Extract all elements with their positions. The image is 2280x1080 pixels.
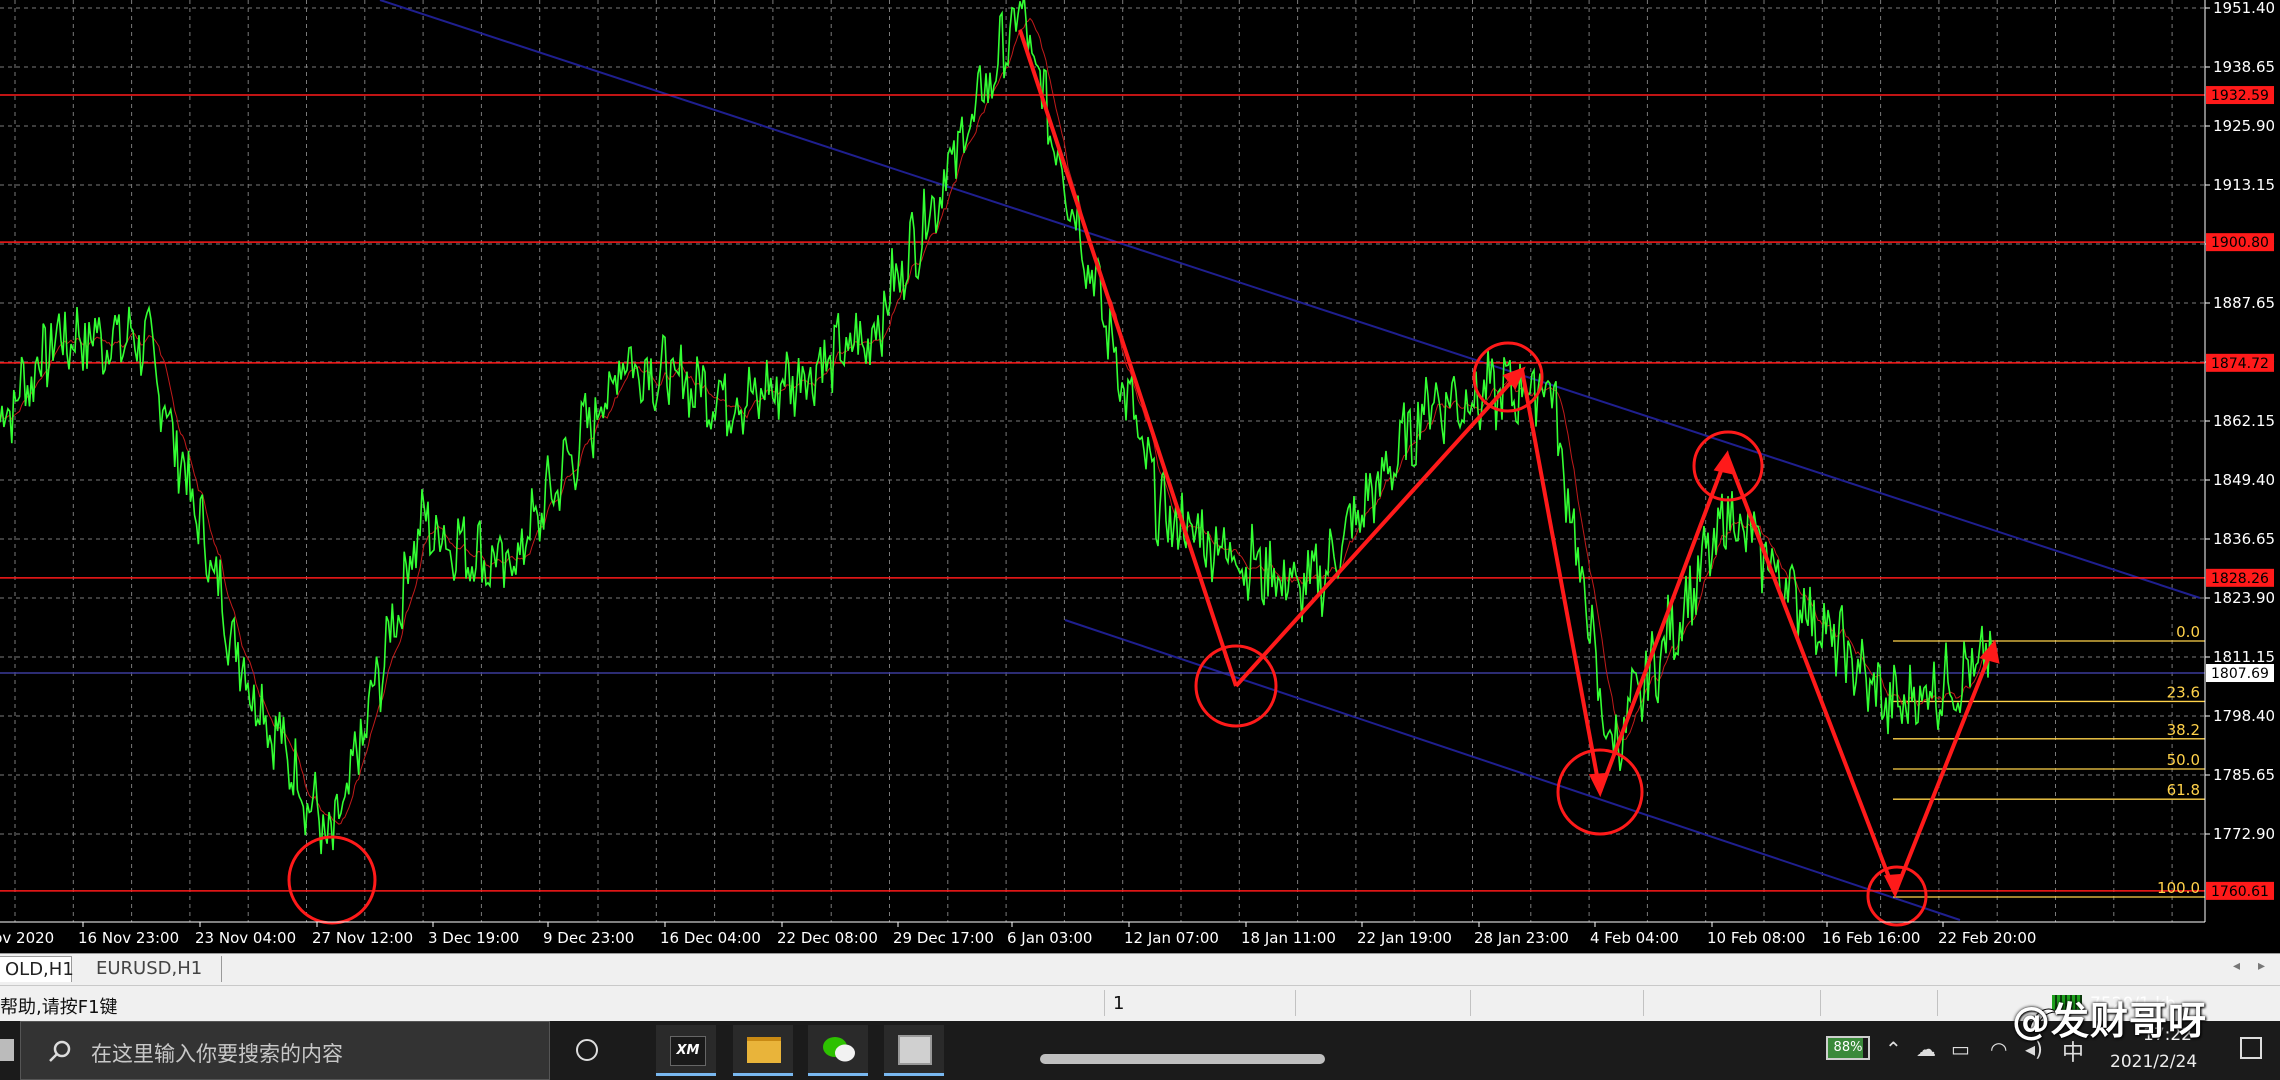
- time-tick-label: 23 Nov 04:00: [195, 929, 296, 947]
- time-tick-label: 22 Dec 08:00: [777, 929, 878, 947]
- status-divider: [1470, 990, 1471, 1016]
- time-tick-label: 22 Jan 19:00: [1357, 929, 1452, 947]
- start-button[interactable]: [0, 1039, 14, 1061]
- scroll-left-icon[interactable]: ◂: [2233, 958, 2240, 974]
- wechat-icon: [823, 1037, 855, 1062]
- wifi-icon[interactable]: ◠: [1990, 1037, 2007, 1061]
- channel-upper-line: [379, 0, 2201, 599]
- battery-icon: 88%: [1826, 1036, 1870, 1060]
- clock-date[interactable]: 2021/2/24: [2110, 1052, 2197, 1072]
- price-tick-label: 1925.90: [2213, 117, 2275, 135]
- status-divider: [1643, 990, 1644, 1016]
- fib-level-label: 0.0: [2176, 623, 2200, 641]
- taskbar-app-chart[interactable]: [884, 1025, 944, 1076]
- price-tick-label: 1951.40: [2213, 0, 2275, 17]
- folder-icon: [747, 1037, 781, 1063]
- fib-level-label: 61.8: [2167, 781, 2200, 799]
- status-help-text: 帮助,请按F1键: [0, 997, 118, 1018]
- time-axis: Nov 2020 16 Nov 23:00 23 Nov 04:00 27 Nov 1…: [0, 921, 2205, 947]
- price-tick-label: 1849.40: [2213, 471, 2275, 489]
- status-bar: 帮助,请按F1键 1 7520/1 kb: [0, 985, 2280, 1022]
- wave-arrows: [1018, 29, 2000, 899]
- price-level-label: 1828.26: [2211, 571, 2269, 587]
- time-tick-label: Nov 2020: [0, 929, 54, 947]
- fib-level-label: 23.6: [2167, 683, 2200, 701]
- price-tick-label: 1772.90: [2213, 825, 2275, 843]
- time-tick-label: 9 Dec 23:00: [543, 929, 634, 947]
- search-placeholder: 在这里输入你要搜索的内容: [91, 1042, 343, 1066]
- notification-icon[interactable]: [2240, 1037, 2262, 1059]
- price-tick-label: 1811.15: [2213, 648, 2275, 666]
- price-level-label: 1874.72: [2211, 356, 2269, 372]
- price-line: [0, 0, 1993, 855]
- time-tick-label: 16 Dec 04:00: [660, 929, 761, 947]
- price-axis: 1951.401938.651925.901913.151900.401887.…: [2204, 0, 2280, 922]
- tab-gold-h1[interactable]: OLD,H1: [0, 956, 74, 982]
- search-icon: [49, 1040, 71, 1062]
- battery-tray-icon[interactable]: ▭: [1951, 1037, 1970, 1061]
- trend-channel: [379, 0, 2201, 921]
- windows-taskbar: 在这里输入你要搜索的内容 XM 88% ⌃ ☁ ▭ ◠ ◂) 中 17:22 2…: [0, 1021, 2280, 1080]
- price-tick-label: 1836.65: [2213, 530, 2275, 548]
- chart-tab-bar: OLD,H1 EURUSD,H1 ◂ ▸: [0, 953, 2280, 985]
- chart-app-icon: [898, 1035, 932, 1065]
- tab-eurusd-h1[interactable]: EURUSD,H1: [84, 956, 222, 982]
- fib-level-label: 38.2: [2167, 721, 2200, 739]
- time-tick-label: 16 Feb 16:00: [1822, 929, 1920, 947]
- time-tick-label: 22 Feb 20:00: [1938, 929, 2036, 947]
- cortana-icon[interactable]: [576, 1039, 598, 1061]
- low-circle-1: [287, 835, 377, 925]
- status-divider: [1820, 990, 1821, 1016]
- time-tick-label: 29 Dec 17:00: [893, 929, 994, 947]
- home-indicator: [1040, 1054, 1325, 1064]
- time-tick-label: 6 Jan 03:00: [1007, 929, 1092, 947]
- price-tick-label: 1798.40: [2213, 707, 2275, 725]
- horizontal-levels: [0, 94, 2205, 892]
- status-divider: [1295, 990, 1296, 1016]
- time-tick-label: 28 Jan 23:00: [1474, 929, 1569, 947]
- chart-area[interactable]: 0.0 23.6 38.2 50.0 61.8 100.0 1951.40 19…: [0, 0, 2280, 952]
- status-divider: [1104, 990, 1105, 1016]
- chart-grid: [0, 0, 2205, 922]
- price-tick-label: 1785.65: [2213, 766, 2275, 784]
- price-tick-label: 1862.15: [2213, 412, 2275, 430]
- time-tick-label: 27 Nov 12:00: [312, 929, 413, 947]
- taskbar-search-box[interactable]: 在这里输入你要搜索的内容: [20, 1021, 550, 1080]
- status-divider: [1937, 990, 1938, 1016]
- xm-icon: XM: [670, 1036, 706, 1066]
- time-tick-label: 12 Jan 07:00: [1124, 929, 1219, 947]
- current-price-label: 1807.69: [2211, 666, 2269, 682]
- price-level-label: 1932.59: [2211, 88, 2269, 104]
- time-tick-label: 4 Feb 04:00: [1590, 929, 1679, 947]
- taskbar-app-explorer[interactable]: [733, 1025, 793, 1076]
- price-chart[interactable]: 0.023.638.250.061.8100.0 1951.401938.651…: [0, 0, 2280, 952]
- status-page-number: 1: [1113, 993, 1125, 1014]
- price-tick-label: 1938.65: [2213, 58, 2275, 76]
- time-tick-label: 3 Dec 19:00: [428, 929, 519, 947]
- time-tick-label: 18 Jan 11:00: [1241, 929, 1336, 947]
- taskbar-app-wechat[interactable]: [808, 1025, 868, 1076]
- fibonacci-retracement: 0.0 23.6 38.2 50.0 61.8 100.0: [1893, 623, 2205, 898]
- time-tick-label: 10 Feb 08:00: [1707, 929, 1805, 947]
- scroll-right-icon[interactable]: ▸: [2258, 958, 2265, 974]
- price-tick-label: 1823.90: [2213, 589, 2275, 607]
- channel-lower-line: [1064, 619, 1961, 921]
- price-tick-label: 1913.15: [2213, 176, 2275, 194]
- fib-level-label: 50.0: [2167, 751, 2200, 769]
- price-tick-label: 1887.65: [2213, 294, 2275, 312]
- cloud-icon[interactable]: ☁: [1916, 1037, 1936, 1061]
- tray-expand-icon[interactable]: ⌃: [1885, 1037, 1902, 1061]
- watermark-text: @发财哥呀: [2012, 999, 2208, 1043]
- price-level-label: 1900.80: [2211, 235, 2269, 251]
- price-level-label: 1760.61: [2211, 884, 2269, 900]
- price-series: [0, 0, 1993, 855]
- taskbar-app-xm[interactable]: XM: [656, 1025, 716, 1076]
- time-tick-label: 16 Nov 23:00: [78, 929, 179, 947]
- fib-level-label: 100.0: [2157, 879, 2200, 897]
